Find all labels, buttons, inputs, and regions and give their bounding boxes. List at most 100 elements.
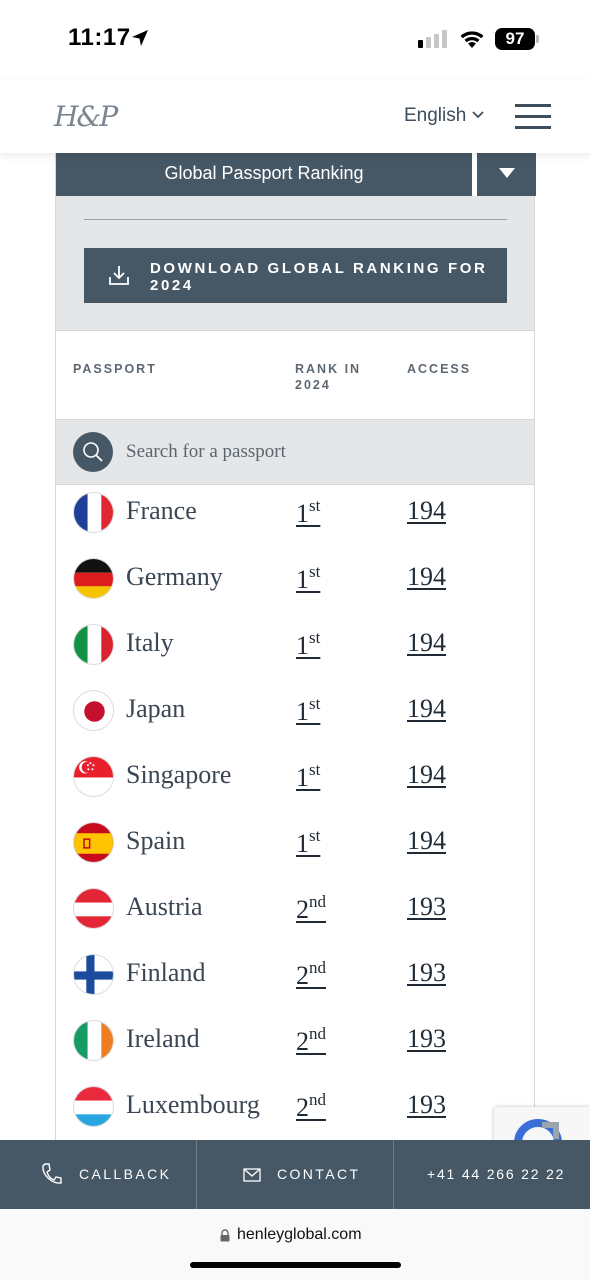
download-ranking-button[interactable]: DOWNLOAD GLOBAL RANKING FOR 2024 [84,248,507,303]
passport-search [56,420,534,485]
hamburger-menu-icon[interactable] [515,104,551,130]
rank-value[interactable]: 2nd [296,958,326,991]
table-row[interactable]: Germany 1st 194 [56,551,534,617]
access-count[interactable]: 194 [407,694,446,724]
rank-number: 1 [296,499,309,528]
chevron-down-icon[interactable] [472,111,484,119]
rank-number: 1 [296,763,309,792]
status-time: 11:17 [68,24,131,51]
flag-ireland-icon [73,1020,114,1061]
country-name[interactable]: Austria [126,892,203,922]
ranking-type-select[interactable]: Global Passport Ranking [56,153,472,196]
country-name[interactable]: Ireland [126,1024,200,1054]
flag-spain-icon [73,822,114,863]
divider [196,1140,197,1209]
rank-number: 2 [296,961,309,990]
cellular-signal-icon [418,30,447,48]
battery-tip [536,35,539,43]
rank-number: 1 [296,697,309,726]
contact-label: CONTACT [277,1166,361,1182]
rank-number: 2 [296,1027,309,1056]
access-count[interactable]: 194 [407,562,446,592]
caret-down-icon [499,168,515,178]
rank-value[interactable]: 1st [296,760,320,793]
rank-number: 1 [296,829,309,858]
phone-number-link[interactable]: +41 44 266 22 22 [427,1140,565,1209]
search-button[interactable] [73,432,113,472]
column-header-passport: PASSPORT [73,362,157,376]
divider [393,1140,394,1209]
rank-suffix: nd [309,1090,326,1109]
contact-bar: CALLBACK CONTACT +41 44 266 22 22 [0,1140,590,1209]
rank-suffix: st [309,694,321,713]
rank-suffix: nd [309,958,326,977]
flag-luxembourg-icon [73,1086,114,1127]
flag-italy-icon [73,624,114,665]
rank-value[interactable]: 1st [296,562,320,595]
download-ranking-label: DOWNLOAD GLOBAL RANKING FOR 2024 [150,260,488,294]
rank-value[interactable]: 2nd [296,1090,326,1123]
access-count[interactable]: 194 [407,496,446,526]
table-row[interactable]: Singapore 1st 194 [56,749,534,815]
rank-suffix: st [309,826,321,845]
browser-url-bar[interactable] [0,1209,590,1280]
rank-value[interactable]: 2nd [296,892,326,925]
rank-number: 1 [296,565,309,594]
table-row[interactable]: Luxembourg 2nd 193 [56,1079,534,1145]
table-row[interactable]: France 1st 194 [56,485,534,551]
country-name[interactable]: Japan [126,694,185,724]
site-logo[interactable]: H&P [54,100,118,133]
search-input[interactable] [126,436,516,468]
table-row[interactable]: Japan 1st 194 [56,683,534,749]
rank-value[interactable]: 1st [296,694,320,727]
download-icon [109,266,129,285]
access-count[interactable]: 194 [407,826,446,856]
table-row[interactable]: Austria 2nd 193 [56,881,534,947]
access-count[interactable]: 193 [407,892,446,922]
search-icon [83,442,103,462]
dropdown-toggle-button[interactable] [477,153,536,196]
status-bar: 11:17 97 [0,0,590,80]
country-name[interactable]: Finland [126,958,205,988]
access-count[interactable]: 193 [407,1090,446,1120]
rank-value[interactable]: 2nd [296,1024,326,1057]
access-count[interactable]: 194 [407,760,446,790]
phone-icon [42,1163,62,1184]
rank-suffix: nd [309,892,326,911]
country-name[interactable]: Spain [126,826,185,856]
rank-value[interactable]: 1st [296,496,320,529]
home-indicator[interactable] [190,1262,401,1268]
country-name[interactable]: Luxembourg [126,1090,260,1120]
url-text[interactable]: henleyglobal.com [237,1226,362,1244]
country-name[interactable]: Italy [126,628,174,658]
lock-icon [220,1229,230,1242]
rank-value[interactable]: 1st [296,826,320,859]
location-arrow-icon [132,30,148,46]
table-row[interactable]: Italy 1st 194 [56,617,534,683]
rank-value[interactable]: 1st [296,628,320,661]
language-selector[interactable]: English [404,105,466,127]
divider [84,219,507,220]
callback-label: CALLBACK [79,1166,172,1182]
access-count[interactable]: 193 [407,958,446,988]
rank-suffix: st [309,496,321,515]
site-header: H&P English [0,80,590,153]
country-name[interactable]: France [126,496,197,526]
table-row[interactable]: Ireland 2nd 193 [56,1013,534,1079]
country-name[interactable]: Germany [126,562,223,592]
rank-suffix: st [309,628,321,647]
table-row[interactable]: Finland 2nd 193 [56,947,534,1013]
wifi-icon [460,31,484,48]
rank-number: 2 [296,895,309,924]
access-count[interactable]: 194 [407,628,446,658]
flag-france-icon [73,492,114,533]
rank-suffix: st [309,760,321,779]
ranking-panel: Global Passport Ranking DOWNLOAD GLOBAL … [55,153,536,1145]
table-row[interactable]: Spain 1st 194 [56,815,534,881]
country-name[interactable]: Singapore [126,760,231,790]
envelope-icon [243,1168,261,1182]
flag-japan-icon [73,690,114,731]
rank-number: 1 [296,631,309,660]
access-count[interactable]: 193 [407,1024,446,1054]
flag-singapore-icon [73,756,114,797]
